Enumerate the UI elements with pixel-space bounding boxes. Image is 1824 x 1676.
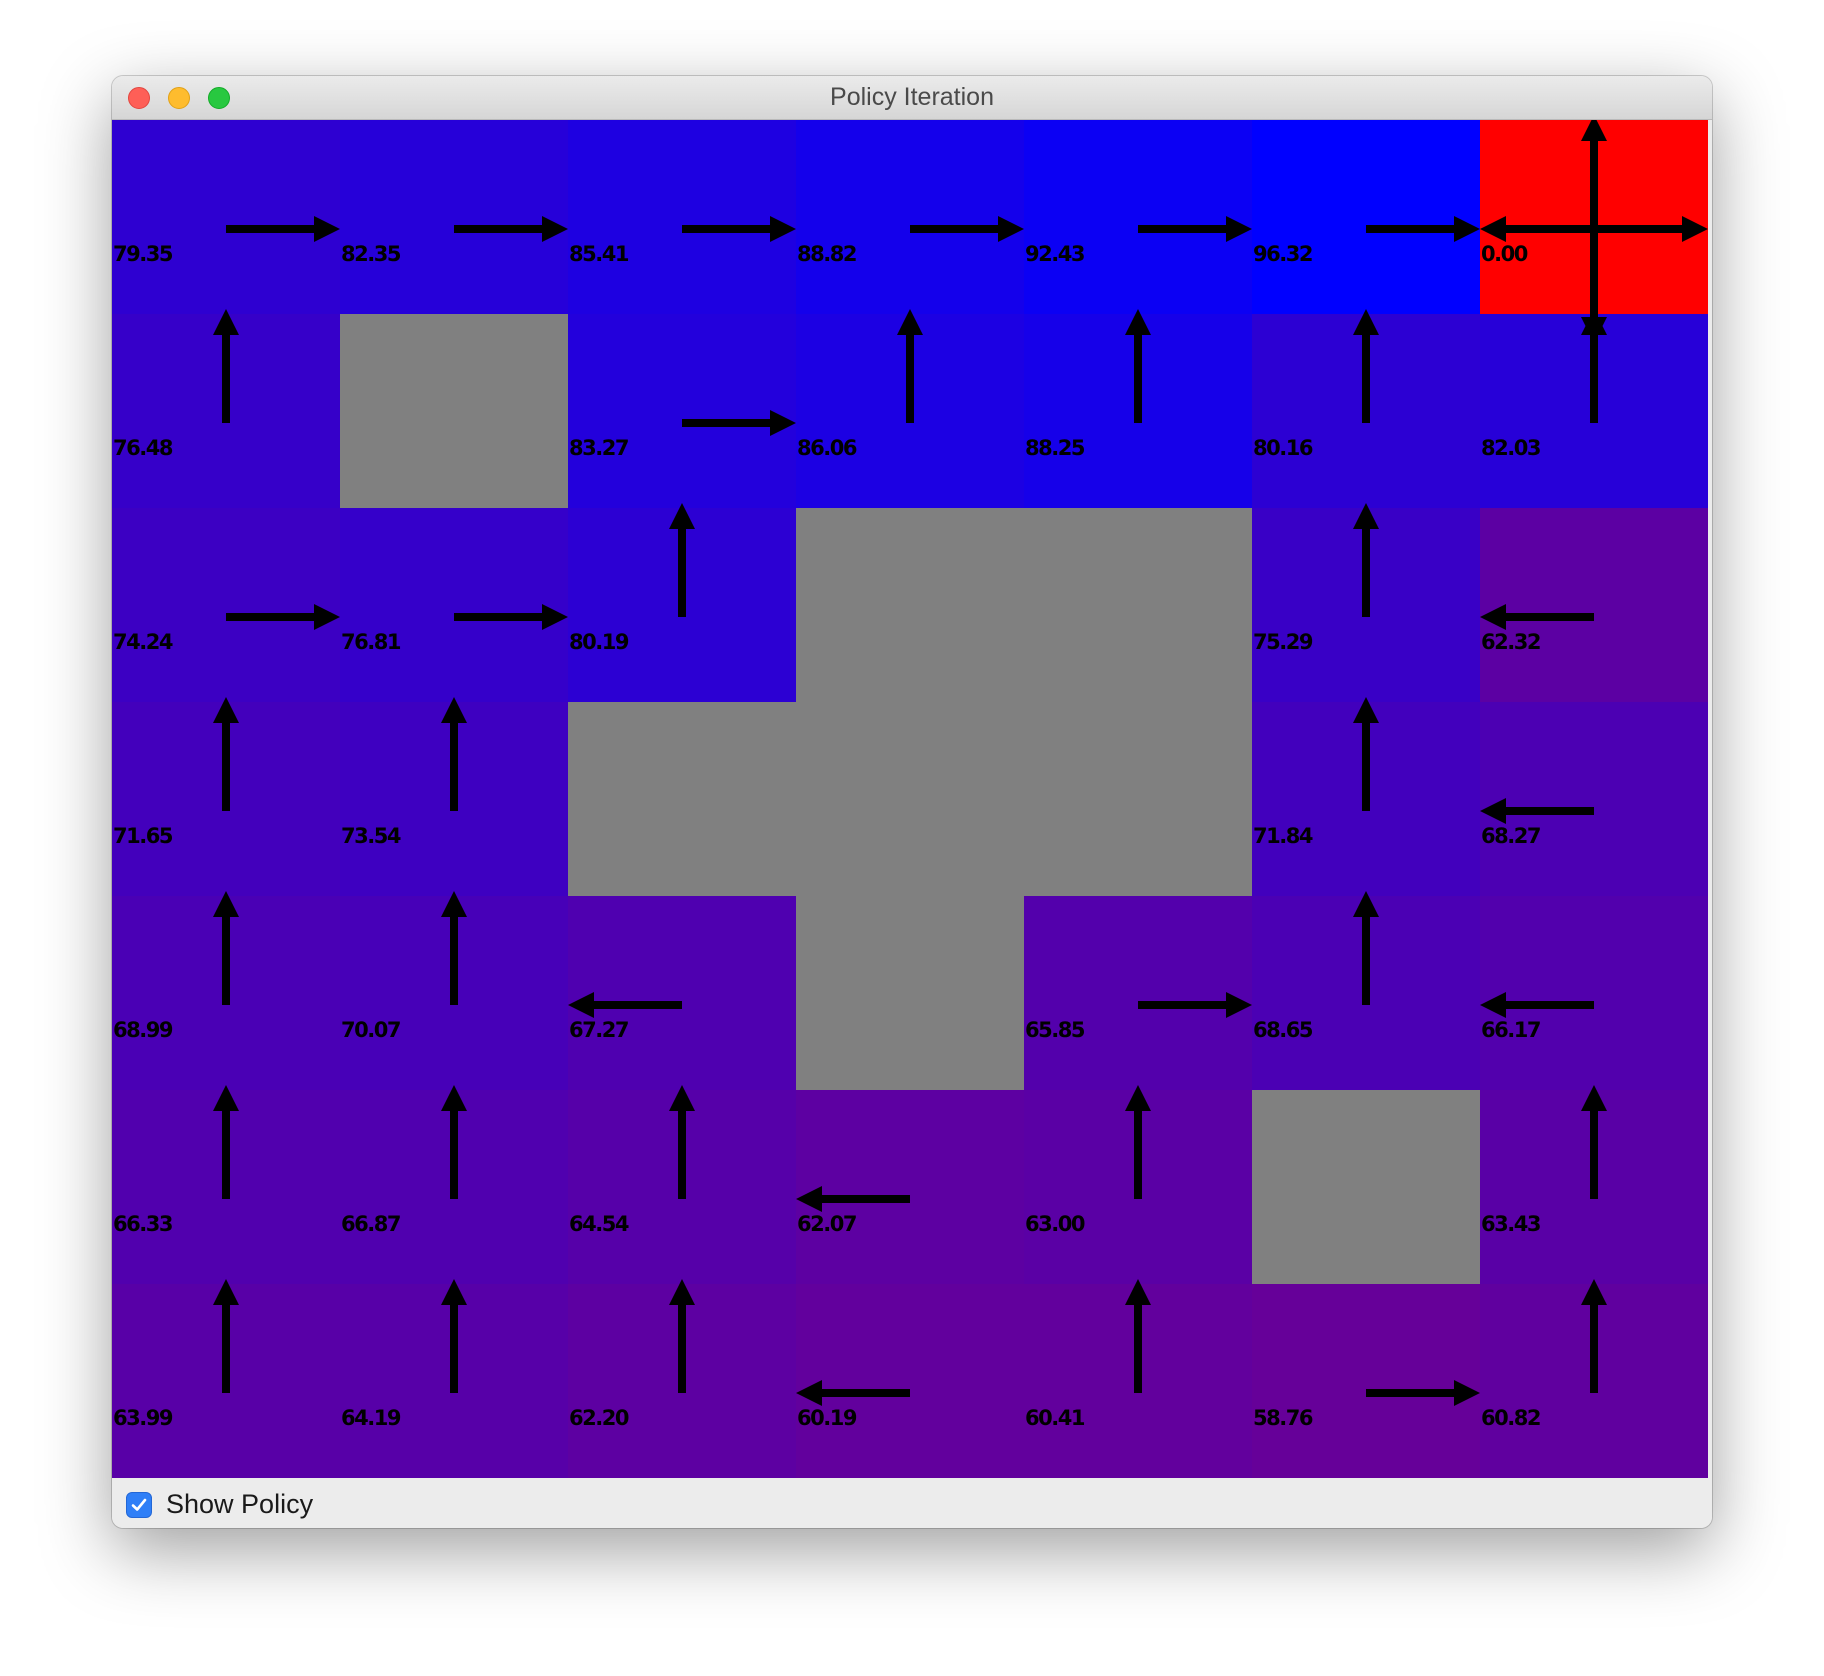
state-cell[interactable]: 66.17 <box>1480 896 1708 1090</box>
state-value: 66.87 <box>341 1212 401 1236</box>
state-cell[interactable]: 71.84 <box>1252 702 1480 896</box>
state-cell[interactable]: 66.87 <box>340 1090 568 1284</box>
state-cell[interactable]: 83.27 <box>568 314 796 508</box>
wall-cell[interactable] <box>1024 702 1252 896</box>
state-cell[interactable]: 65.85 <box>1024 896 1252 1090</box>
state-cell[interactable]: 88.25 <box>1024 314 1252 508</box>
state-value: 80.16 <box>1253 436 1313 460</box>
state-cell[interactable]: 79.35 <box>112 120 340 314</box>
state-value: 85.41 <box>569 242 629 266</box>
wall-cell[interactable] <box>796 508 1024 702</box>
state-value: 60.41 <box>1025 1406 1085 1430</box>
state-value: 80.19 <box>569 630 629 654</box>
state-cell[interactable]: 71.65 <box>112 702 340 896</box>
state-cell[interactable]: 80.16 <box>1252 314 1480 508</box>
wall-cell[interactable] <box>568 702 796 896</box>
gridworld-grid[interactable]: 79.35 82.35 85.41 88.82 92.43 96.32 0.00 76.48 8… <box>112 120 1712 1480</box>
state-value: 64.54 <box>569 1212 629 1236</box>
show-policy-checkbox[interactable] <box>126 1492 152 1518</box>
state-value: 66.17 <box>1481 1018 1541 1042</box>
state-cell[interactable]: 62.20 <box>568 1284 796 1478</box>
state-value: 82.35 <box>341 242 401 266</box>
state-value: 63.99 <box>113 1406 173 1430</box>
state-cell[interactable]: 63.99 <box>112 1284 340 1478</box>
state-cell[interactable]: 68.65 <box>1252 896 1480 1090</box>
state-cell[interactable]: 67.27 <box>568 896 796 1090</box>
state-cell[interactable]: 96.32 <box>1252 120 1480 314</box>
state-value: 60.82 <box>1481 1406 1541 1430</box>
app-window: Policy Iteration 79.35 82.35 85.41 88.82 92.… <box>112 76 1712 1528</box>
state-cell[interactable]: 70.07 <box>340 896 568 1090</box>
state-cell[interactable]: 86.06 <box>796 314 1024 508</box>
state-value: 62.07 <box>797 1212 857 1236</box>
goal-cell[interactable]: 0.00 <box>1480 120 1708 314</box>
state-value: 68.99 <box>113 1018 173 1042</box>
state-value: 76.48 <box>113 436 173 460</box>
state-value: 64.19 <box>341 1406 401 1430</box>
state-value: 62.20 <box>569 1406 629 1430</box>
state-cell[interactable]: 74.24 <box>112 508 340 702</box>
state-cell[interactable]: 60.82 <box>1480 1284 1708 1478</box>
state-value: 73.54 <box>341 824 401 848</box>
state-value: 68.27 <box>1481 824 1541 848</box>
state-value: 60.19 <box>797 1406 857 1430</box>
state-cell[interactable]: 82.35 <box>340 120 568 314</box>
state-value: 67.27 <box>569 1018 629 1042</box>
state-cell[interactable]: 63.00 <box>1024 1090 1252 1284</box>
state-value: 83.27 <box>569 436 629 460</box>
state-cell[interactable]: 88.82 <box>796 120 1024 314</box>
state-value: 63.00 <box>1025 1212 1085 1236</box>
state-cell[interactable]: 62.07 <box>796 1090 1024 1284</box>
state-cell[interactable]: 64.54 <box>568 1090 796 1284</box>
state-value: 79.35 <box>113 242 173 266</box>
state-cell[interactable]: 63.43 <box>1480 1090 1708 1284</box>
state-cell[interactable]: 68.27 <box>1480 702 1708 896</box>
state-cell[interactable]: 58.76 <box>1252 1284 1480 1478</box>
state-cell[interactable]: 75.29 <box>1252 508 1480 702</box>
state-value: 70.07 <box>341 1018 401 1042</box>
wall-cell[interactable] <box>1024 508 1252 702</box>
state-cell[interactable]: 92.43 <box>1024 120 1252 314</box>
wall-cell[interactable] <box>340 314 568 508</box>
state-cell[interactable]: 73.54 <box>340 702 568 896</box>
wall-cell[interactable] <box>796 896 1024 1090</box>
state-cell[interactable]: 66.33 <box>112 1090 340 1284</box>
state-value: 62.32 <box>1481 630 1541 654</box>
state-value: 63.43 <box>1481 1212 1541 1236</box>
control-bar: Show Policy <box>112 1480 1712 1528</box>
state-cell[interactable]: 80.19 <box>568 508 796 702</box>
state-cell[interactable]: 64.19 <box>340 1284 568 1478</box>
state-cell[interactable]: 82.03 <box>1480 314 1708 508</box>
state-value: 75.29 <box>1253 630 1313 654</box>
state-value: 68.65 <box>1253 1018 1313 1042</box>
state-cell[interactable]: 68.99 <box>112 896 340 1090</box>
state-cell[interactable]: 60.41 <box>1024 1284 1252 1478</box>
state-cell[interactable]: 76.48 <box>112 314 340 508</box>
state-value: 92.43 <box>1025 242 1085 266</box>
state-value: 74.24 <box>113 630 173 654</box>
show-policy-label[interactable]: Show Policy <box>166 1480 313 1528</box>
state-cell[interactable]: 76.81 <box>340 508 568 702</box>
state-cell[interactable]: 60.19 <box>796 1284 1024 1478</box>
state-value: 88.82 <box>797 242 857 266</box>
state-value: 71.84 <box>1253 824 1313 848</box>
state-value: 88.25 <box>1025 436 1085 460</box>
state-value: 86.06 <box>797 436 857 460</box>
state-value: 58.76 <box>1253 1406 1313 1430</box>
checkmark-icon <box>131 1498 147 1511</box>
wall-cell[interactable] <box>796 702 1024 896</box>
wall-cell[interactable] <box>1252 1090 1480 1284</box>
state-value: 71.65 <box>113 824 173 848</box>
state-cell[interactable]: 62.32 <box>1480 508 1708 702</box>
state-value: 96.32 <box>1253 242 1313 266</box>
window-title: Policy Iteration <box>830 83 994 111</box>
state-cell[interactable]: 85.41 <box>568 120 796 314</box>
state-value: 76.81 <box>341 630 401 654</box>
state-value: 65.85 <box>1025 1018 1085 1042</box>
state-value: 82.03 <box>1481 436 1541 460</box>
title-bar[interactable]: Policy Iteration <box>112 76 1712 120</box>
state-value: 66.33 <box>113 1212 173 1236</box>
state-value: 0.00 <box>1481 242 1528 266</box>
